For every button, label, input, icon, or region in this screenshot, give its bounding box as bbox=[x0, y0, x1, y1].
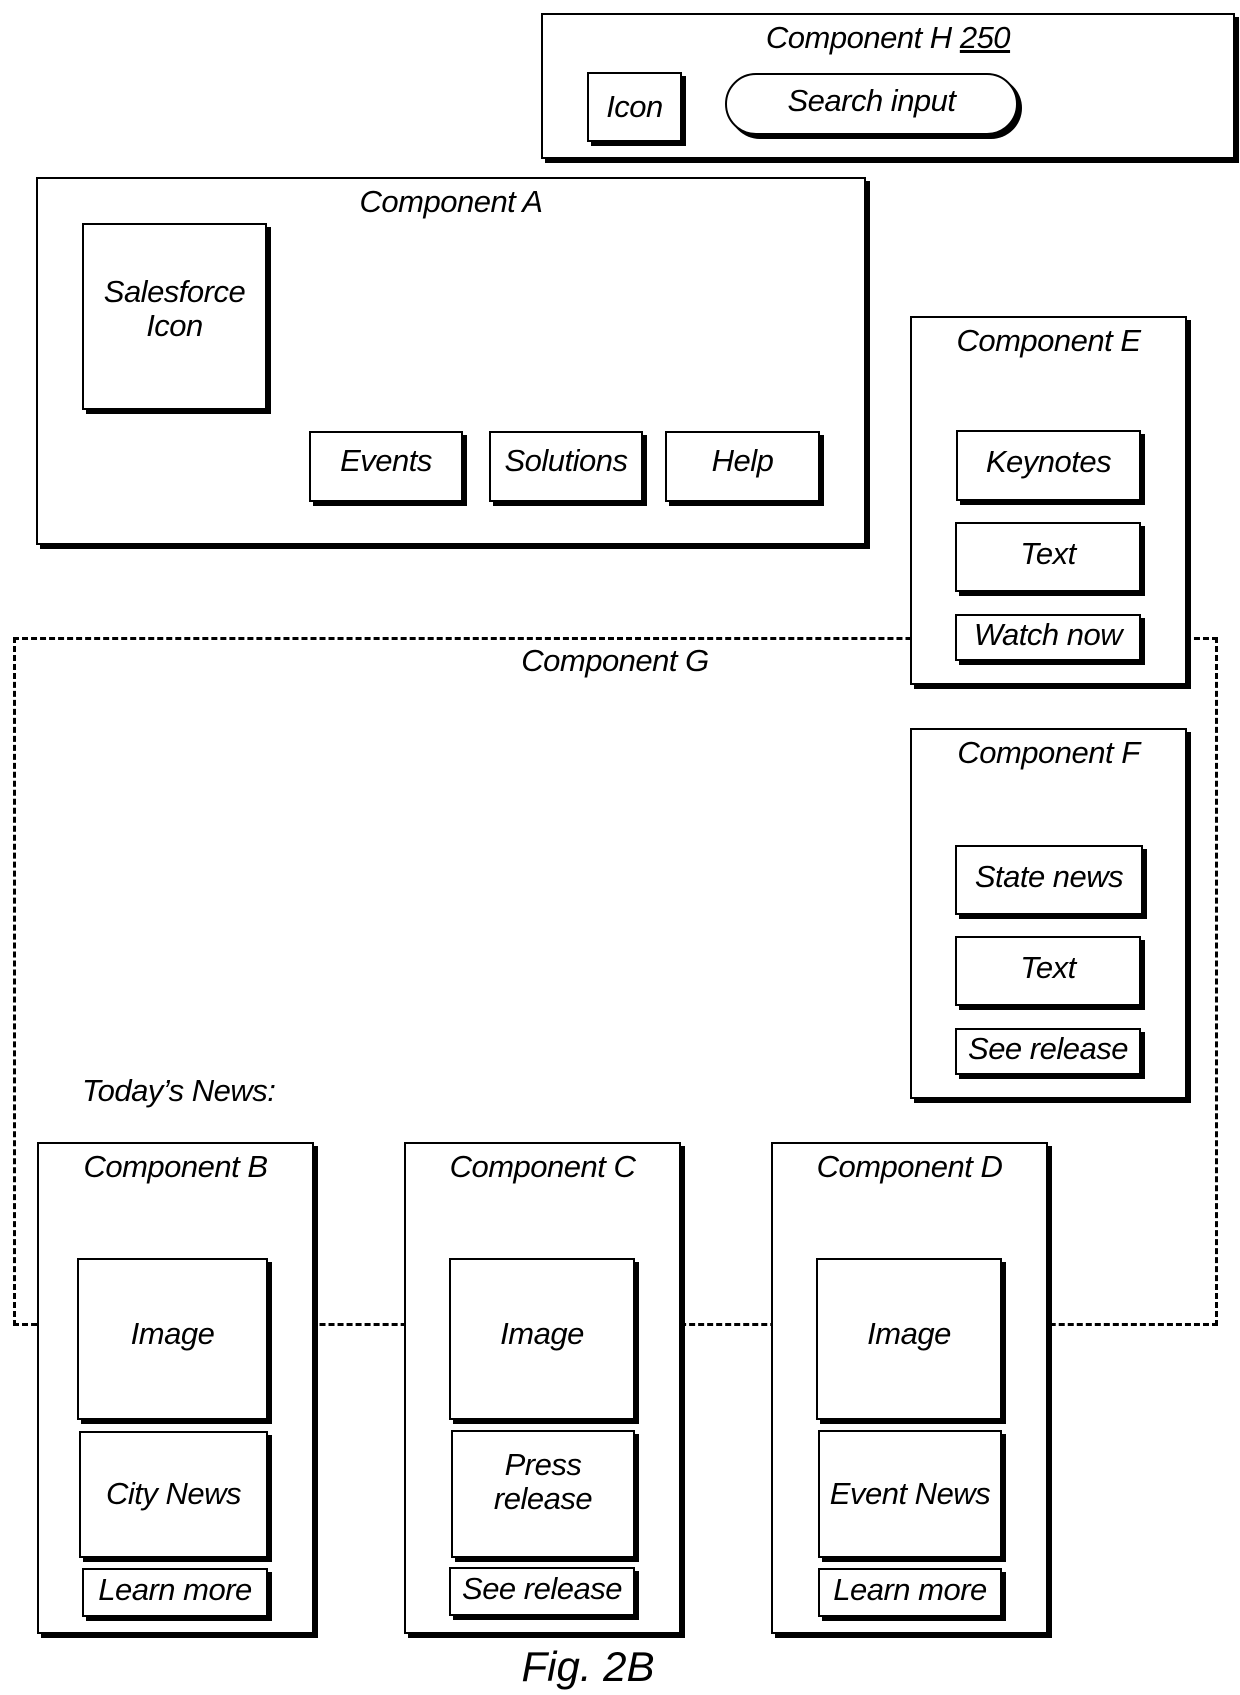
component-e-text-label: Text bbox=[1020, 535, 1076, 571]
nav-solutions-label: Solutions bbox=[504, 443, 628, 479]
figure-caption: Fig. 2B bbox=[521, 1643, 655, 1690]
component-h-ref-number: 250 bbox=[959, 20, 1011, 55]
image-placeholder-label: Image bbox=[500, 1315, 584, 1351]
news-card-image: Image bbox=[77, 1258, 268, 1420]
watch-now-label: Watch now bbox=[973, 617, 1123, 653]
component-f-text: Text bbox=[955, 936, 1141, 1006]
see-release-button[interactable]: See release bbox=[449, 1567, 635, 1616]
learn-more-button[interactable]: Learn more bbox=[818, 1568, 1002, 1617]
learn-more-label: Learn more bbox=[833, 1572, 987, 1608]
image-placeholder-label: Image bbox=[130, 1315, 215, 1351]
logo-label-line1: Salesforce bbox=[103, 274, 246, 309]
news-card-title: Component C bbox=[449, 1149, 636, 1184]
search-input-placeholder: Search input bbox=[787, 82, 956, 118]
component-e-text: Text bbox=[955, 522, 1141, 592]
news-card-text-line2: release bbox=[493, 1481, 593, 1516]
header-icon-label: Icon bbox=[606, 88, 663, 124]
component-h-title: Component H 250 bbox=[543, 20, 1233, 55]
nav-events-label: Events bbox=[340, 443, 432, 479]
news-card-text: Press release bbox=[451, 1430, 635, 1558]
component-f-see-release-label: See release bbox=[968, 1031, 1128, 1067]
salesforce-logo[interactable]: Salesforce Icon bbox=[82, 223, 267, 410]
nav-help-button[interactable]: Help bbox=[665, 431, 820, 502]
todays-news-heading: Today’s News: bbox=[82, 1073, 276, 1108]
search-input[interactable]: Search input bbox=[725, 73, 1018, 135]
component-f-title: Component F bbox=[957, 735, 1140, 770]
logo-label-line2: Icon bbox=[146, 308, 203, 344]
component-f-text-label: Text bbox=[1020, 949, 1076, 985]
nav-events-button[interactable]: Events bbox=[309, 431, 463, 502]
learn-more-button[interactable]: Learn more bbox=[82, 1568, 268, 1617]
component-e-heading: Keynotes bbox=[956, 430, 1141, 501]
news-card-text-line1: Press bbox=[504, 1446, 582, 1482]
component-f-see-release-button[interactable]: See release bbox=[955, 1028, 1141, 1075]
state-news-label: State news bbox=[974, 858, 1124, 894]
image-placeholder-label: Image bbox=[867, 1315, 951, 1351]
header-icon[interactable]: Icon bbox=[587, 72, 682, 142]
nav-help-label: Help bbox=[711, 443, 774, 479]
learn-more-label: Learn more bbox=[98, 1572, 252, 1608]
news-card-title: Component D bbox=[816, 1149, 1003, 1184]
component-f-heading: State news bbox=[955, 845, 1143, 915]
component-a-title: Component A bbox=[359, 184, 543, 219]
news-card-text-line1: Event News bbox=[829, 1475, 991, 1511]
watch-now-button[interactable]: Watch now bbox=[955, 614, 1141, 661]
news-card-image: Image bbox=[816, 1258, 1002, 1420]
news-card-text: City News bbox=[79, 1431, 268, 1558]
see-release-label: See release bbox=[462, 1571, 622, 1607]
news-card-text-line1: City News bbox=[105, 1476, 242, 1512]
news-card-image: Image bbox=[449, 1258, 635, 1420]
component-g-title: Component G bbox=[521, 643, 709, 678]
news-card-text: Event News bbox=[818, 1430, 1002, 1558]
news-card-title: Component B bbox=[83, 1149, 268, 1184]
keynotes-label: Keynotes bbox=[985, 444, 1112, 480]
component-e-title: Component E bbox=[956, 323, 1141, 358]
component-h-title-text: Component H bbox=[765, 20, 952, 55]
nav-solutions-button[interactable]: Solutions bbox=[489, 431, 643, 502]
